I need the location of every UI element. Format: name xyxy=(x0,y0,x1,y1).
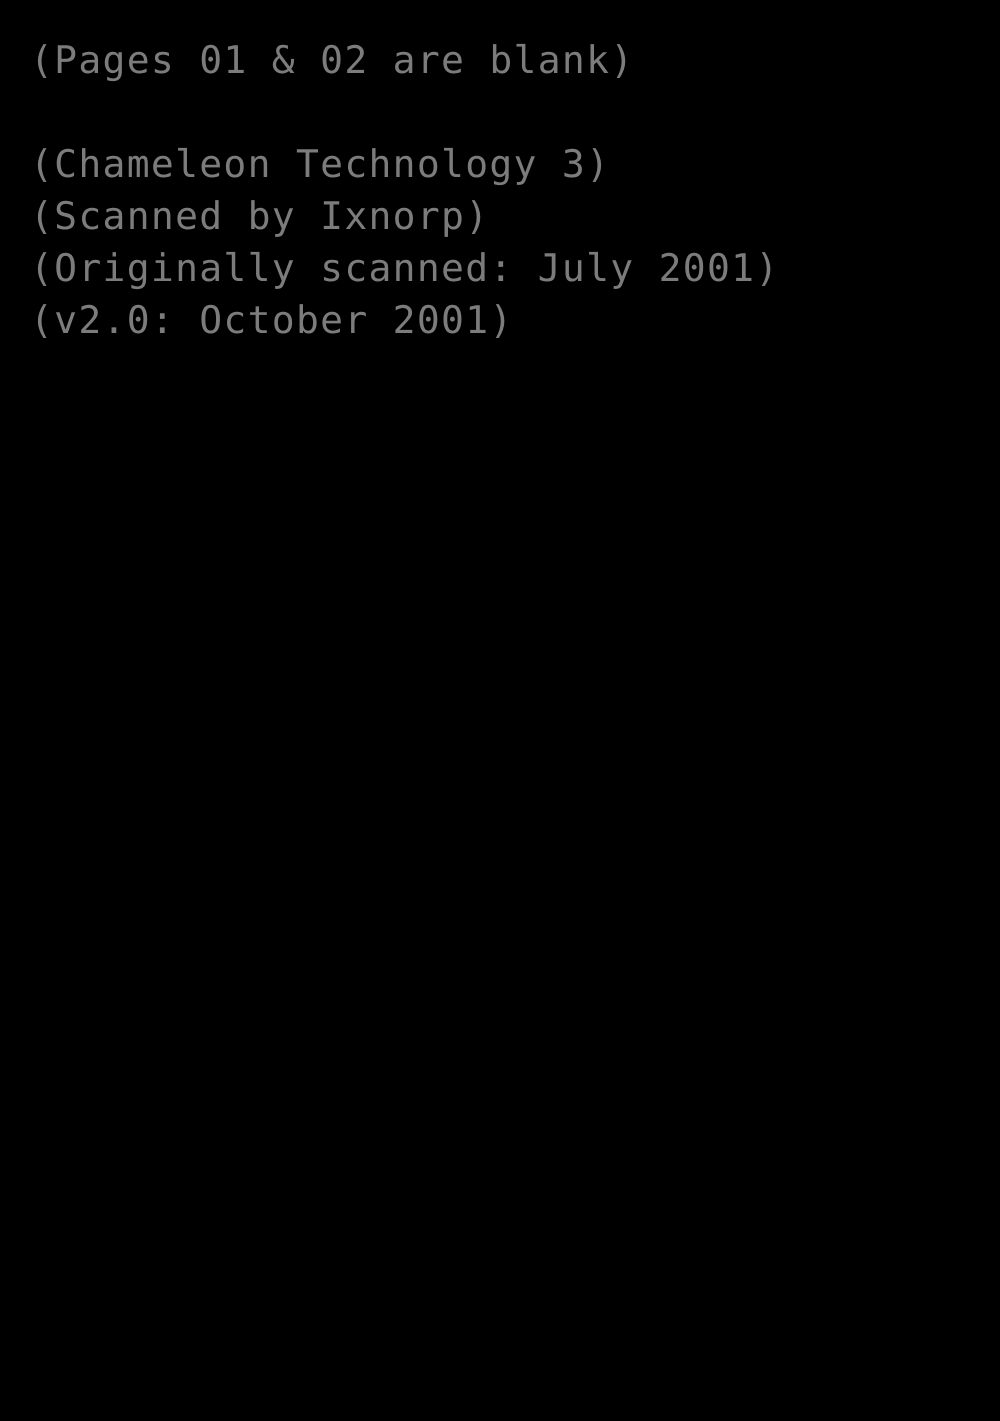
scanned-page: (Pages 01 & 02 are blank) (Chameleon Tec… xyxy=(0,0,1000,1421)
document-title-note: (Chameleon Technology 3) xyxy=(30,142,611,186)
version-date-note: (v2.0: October 2001) xyxy=(30,298,514,342)
scan-notes-block: (Pages 01 & 02 are blank) (Chameleon Tec… xyxy=(30,34,970,346)
original-scan-date-note: (Originally scanned: July 2001) xyxy=(30,246,780,290)
blank-spacer-line xyxy=(30,86,970,138)
scanned-by-note: (Scanned by Ixnorp) xyxy=(30,194,490,238)
blank-pages-note: (Pages 01 & 02 are blank) xyxy=(30,38,635,82)
